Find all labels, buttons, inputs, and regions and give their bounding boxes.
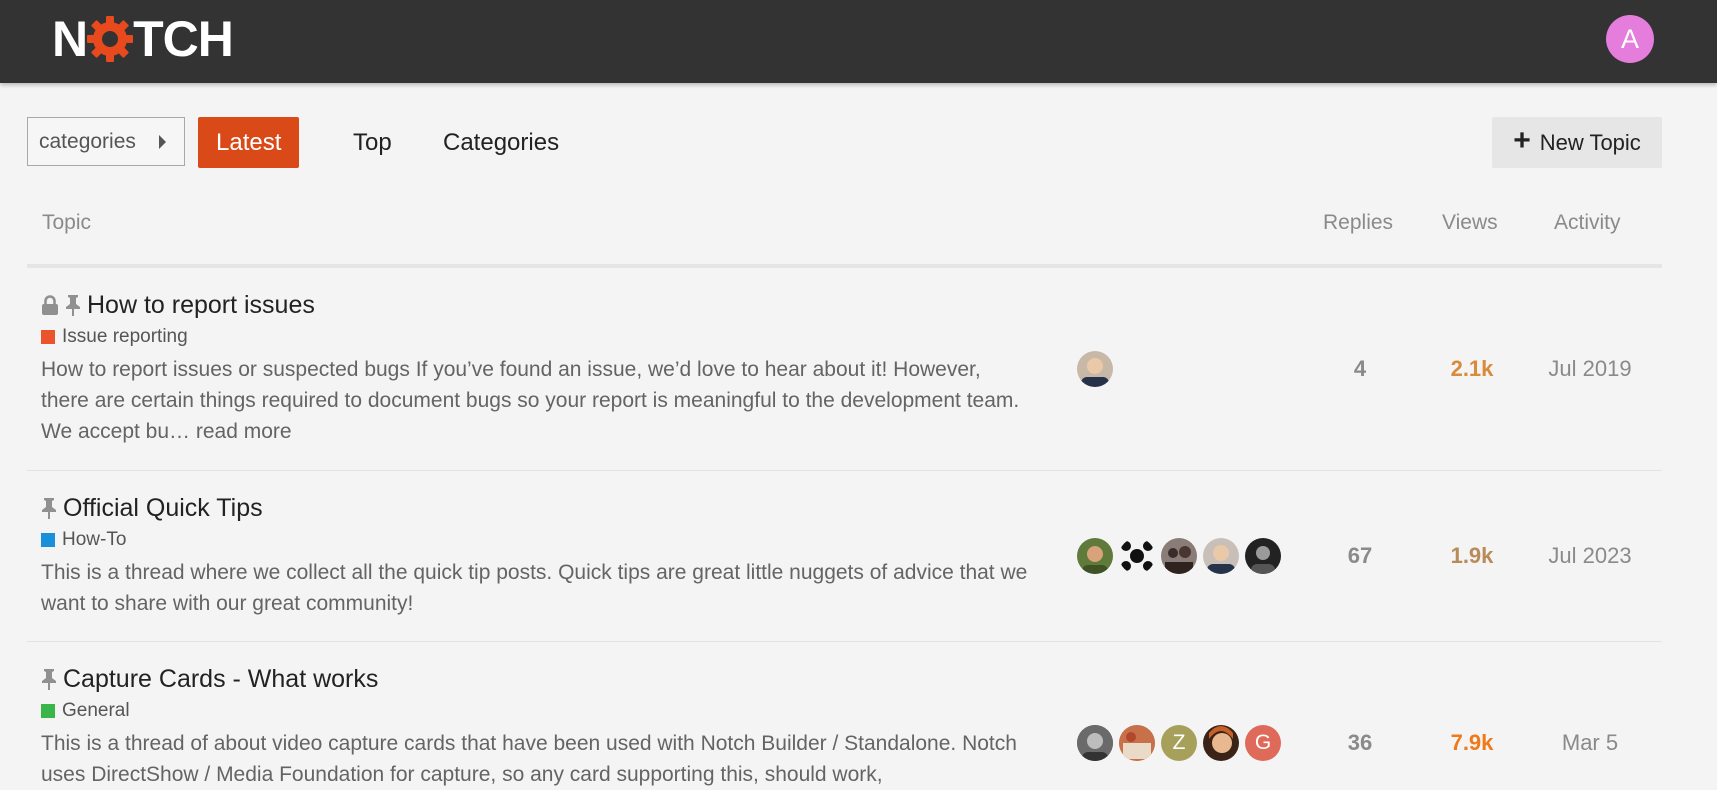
- poster-avatar[interactable]: G: [1245, 725, 1281, 761]
- header-divider: [27, 264, 1662, 268]
- topic-title[interactable]: How to report issues: [87, 291, 315, 320]
- column-topic[interactable]: Topic: [42, 211, 91, 235]
- top-header: N TCH A: [0, 0, 1717, 83]
- activity-date[interactable]: Mar 5: [1540, 730, 1640, 756]
- topic-excerpt: This is a thread where we collect all th…: [41, 561, 1028, 615]
- poster-avatar[interactable]: [1077, 538, 1113, 574]
- poster-avatar[interactable]: [1119, 538, 1155, 574]
- poster-avatar[interactable]: [1119, 725, 1155, 761]
- poster-avatar[interactable]: [1203, 538, 1239, 574]
- plus-icon: +: [1513, 124, 1531, 157]
- replies-count: 36: [1347, 730, 1373, 755]
- read-more-link[interactable]: read more: [196, 420, 292, 443]
- notch-logo[interactable]: N TCH: [52, 14, 234, 64]
- row-divider: [27, 641, 1662, 642]
- pin-icon: [40, 497, 58, 519]
- category-badge[interactable]: General: [41, 698, 1031, 724]
- topic-nav: categories Latest Top Categories: [27, 117, 1717, 168]
- column-views[interactable]: Views: [1442, 211, 1498, 235]
- category-badge[interactable]: How-To: [41, 527, 1031, 553]
- poster-avatars: [1077, 538, 1281, 574]
- gear-logo-icon: [87, 16, 134, 62]
- category-badge[interactable]: Issue reporting: [41, 324, 1031, 350]
- poster-avatar[interactable]: Z: [1161, 725, 1197, 761]
- category-color-swatch: [41, 533, 55, 547]
- pin-icon: [40, 668, 58, 690]
- topic-excerpt: This is a thread of about video capture …: [41, 732, 1017, 786]
- poster-avatar[interactable]: [1077, 351, 1113, 387]
- poster-avatar[interactable]: [1203, 725, 1239, 761]
- caret-right-icon: [159, 135, 166, 149]
- topic-row: How to report issues Issue reporting How…: [41, 288, 1031, 447]
- activity-date[interactable]: Jul 2019: [1540, 356, 1640, 382]
- poster-avatars: [1077, 351, 1113, 387]
- user-avatar[interactable]: A: [1606, 15, 1654, 63]
- tab-latest[interactable]: Latest: [198, 117, 300, 168]
- lock-icon: [41, 295, 59, 315]
- column-replies[interactable]: Replies: [1323, 211, 1393, 235]
- poster-avatar[interactable]: [1077, 725, 1113, 761]
- category-dropdown[interactable]: categories: [27, 117, 185, 166]
- tab-categories[interactable]: Categories: [425, 117, 577, 168]
- views-count: 2.1k: [1450, 356, 1494, 381]
- activity-date[interactable]: Jul 2023: [1540, 543, 1640, 569]
- views-count: 1.9k: [1450, 543, 1494, 568]
- poster-avatars: Z G: [1077, 725, 1281, 761]
- pin-icon: [64, 294, 82, 316]
- views-count: 7.9k: [1450, 730, 1494, 755]
- poster-avatar[interactable]: [1161, 538, 1197, 574]
- replies-count: 67: [1347, 543, 1373, 568]
- new-topic-button[interactable]: + New Topic: [1492, 117, 1662, 168]
- topic-title[interactable]: Capture Cards - What works: [63, 665, 378, 694]
- row-divider: [27, 470, 1662, 471]
- topic-title[interactable]: Official Quick Tips: [63, 494, 263, 523]
- topic-row: Official Quick Tips How-To This is a thr…: [41, 491, 1031, 619]
- topic-excerpt: How to report issues or suspected bugs I…: [41, 358, 1020, 443]
- tab-top[interactable]: Top: [335, 117, 410, 168]
- replies-count: 4: [1353, 356, 1367, 381]
- category-color-swatch: [41, 330, 55, 344]
- poster-avatar[interactable]: [1245, 538, 1281, 574]
- column-activity[interactable]: Activity: [1554, 211, 1621, 235]
- category-color-swatch: [41, 704, 55, 718]
- topic-row: Capture Cards - What works General This …: [41, 662, 1031, 790]
